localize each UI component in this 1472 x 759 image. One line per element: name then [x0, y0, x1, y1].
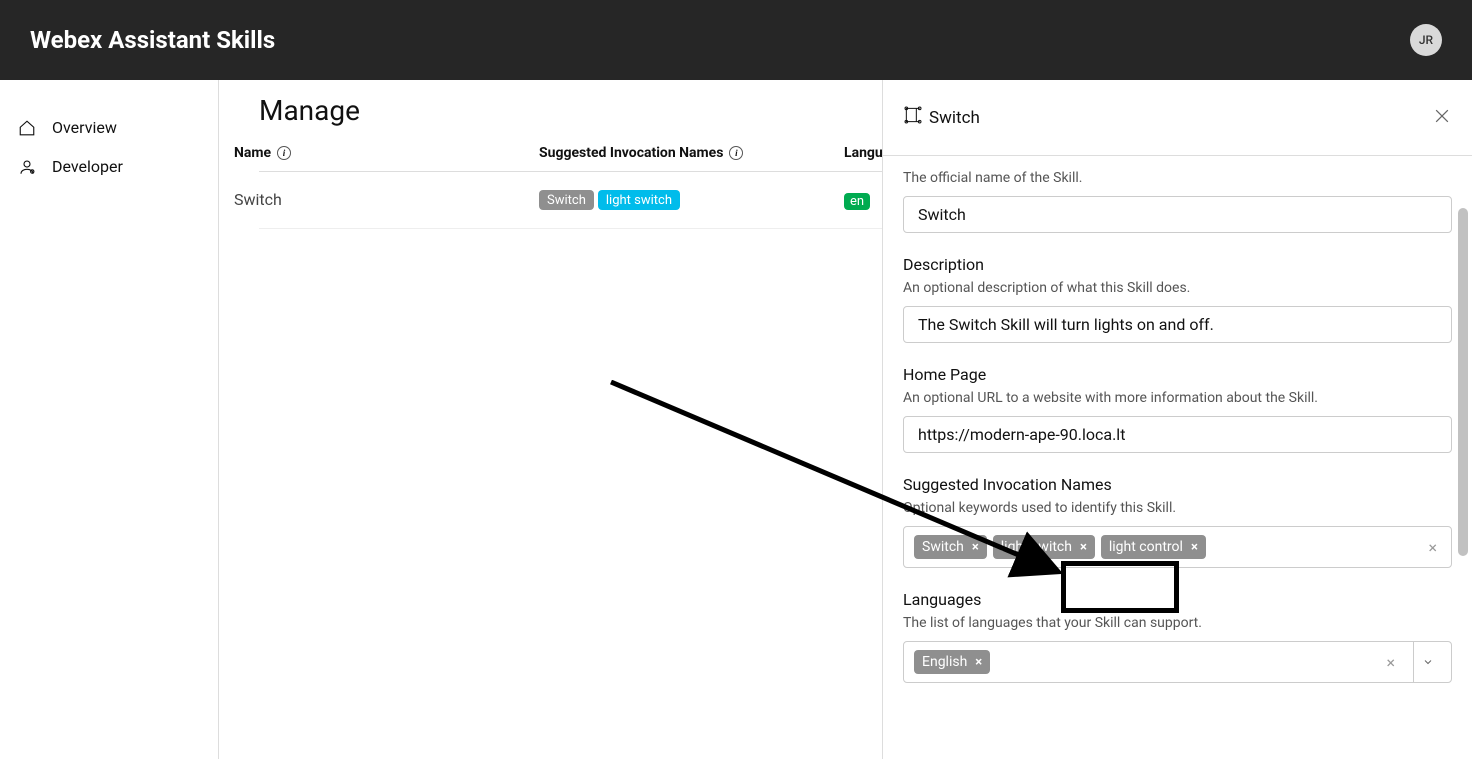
user-icon: [18, 158, 36, 176]
scrollbar-track: [1450, 80, 1472, 759]
description-input[interactable]: [903, 306, 1452, 343]
col-header-invocations: Suggested Invocation Names: [539, 145, 723, 161]
name-help: The official name of the Skill.: [903, 170, 1452, 186]
language-tag: English ×: [914, 650, 990, 674]
languages-field[interactable]: English × ×: [903, 641, 1452, 683]
name-input[interactable]: [903, 196, 1452, 233]
languages-help: The list of languages that your Skill ca…: [903, 615, 1452, 631]
invocations-help: Optional keywords used to identify this …: [903, 500, 1452, 516]
invocation-chip: Switch: [539, 190, 594, 210]
info-icon[interactable]: i: [277, 146, 291, 160]
drawer-title: Switch: [903, 105, 980, 130]
skill-icon: [903, 105, 923, 130]
home-icon: [18, 119, 36, 137]
description-help: An optional description of what this Ski…: [903, 280, 1452, 296]
drawer-title-text: Switch: [929, 108, 980, 128]
homepage-label: Home Page: [903, 365, 1452, 384]
header: Webex Assistant Skills JR: [0, 0, 1472, 80]
col-header-name: Name: [234, 145, 271, 161]
tag-remove-icon[interactable]: ×: [1191, 540, 1198, 555]
invocation-chip: light switch: [598, 190, 680, 210]
col-header-languages: Langu: [844, 145, 883, 161]
homepage-help: An optional URL to a website with more i…: [903, 390, 1452, 406]
info-icon[interactable]: i: [729, 146, 743, 160]
tag-label: Switch: [922, 539, 964, 555]
drawer-body: The official name of the Skill. Descript…: [883, 156, 1472, 759]
app-title: Webex Assistant Skills: [30, 26, 275, 54]
tag-label: light switch: [1001, 539, 1072, 555]
description-label: Description: [903, 255, 1452, 274]
invocation-tag: light control ×: [1101, 535, 1206, 559]
drawer-header: Switch: [883, 80, 1472, 156]
avatar[interactable]: JR: [1410, 24, 1442, 56]
invocation-tag: Switch ×: [914, 535, 987, 559]
close-button[interactable]: [1432, 106, 1452, 130]
skill-drawer: Switch The official name of the Skill. D…: [882, 80, 1472, 759]
app-container: Overview Developer Manage Name i Suggest…: [0, 80, 1472, 759]
invocations-field[interactable]: Switch × light switch × light control × …: [903, 526, 1452, 568]
sidebar-item-developer[interactable]: Developer: [18, 147, 218, 186]
tag-label: light control: [1109, 539, 1183, 555]
sidebar-item-overview[interactable]: Overview: [18, 108, 218, 147]
sidebar: Overview Developer: [0, 80, 219, 759]
tag-remove-icon[interactable]: ×: [972, 540, 979, 555]
tag-label: English: [922, 654, 967, 670]
invocations-label: Suggested Invocation Names: [903, 475, 1452, 494]
tag-remove-icon[interactable]: ×: [975, 655, 982, 670]
sidebar-item-label: Overview: [52, 118, 117, 137]
homepage-input[interactable]: [903, 416, 1452, 453]
clear-tags-icon[interactable]: ×: [1424, 538, 1441, 557]
clear-tags-icon[interactable]: ×: [1382, 653, 1399, 672]
scrollbar-thumb[interactable]: [1458, 208, 1468, 556]
row-name-cell: Switch: [234, 190, 539, 210]
invocation-tag: light switch ×: [993, 535, 1095, 559]
lang-badge: en: [844, 193, 870, 210]
row-invocations-cell: Switch light switch: [539, 190, 844, 210]
main-content: Manage Name i Suggested Invocation Names…: [219, 80, 1472, 759]
languages-label: Languages: [903, 590, 1452, 609]
sidebar-item-label: Developer: [52, 157, 123, 176]
tag-remove-icon[interactable]: ×: [1080, 540, 1087, 555]
chevron-down-icon[interactable]: [1413, 642, 1441, 682]
